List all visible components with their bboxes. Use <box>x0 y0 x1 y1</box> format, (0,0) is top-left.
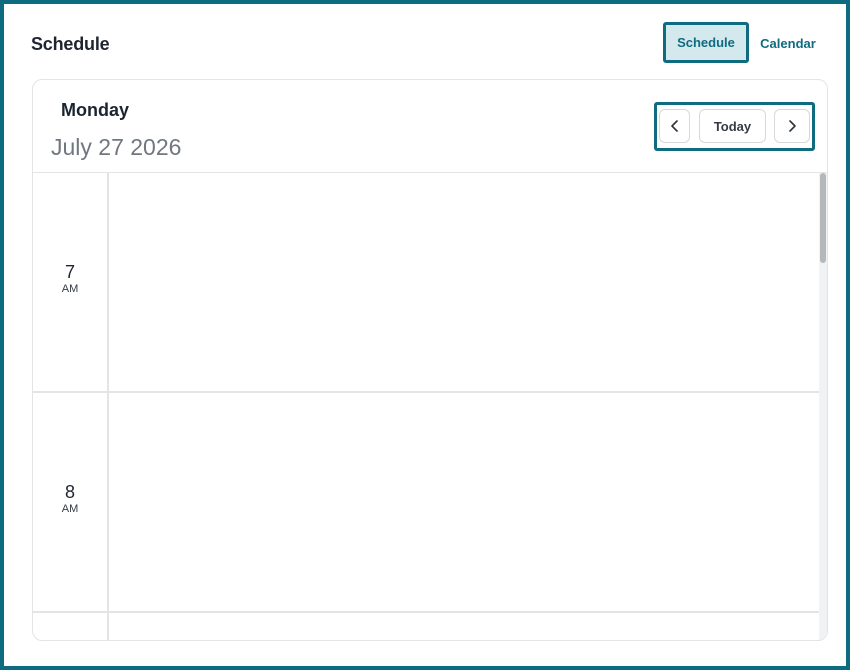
next-day-button[interactable] <box>774 109 810 143</box>
hour-label-8am: 8 AM <box>33 482 107 516</box>
schedule-view-button[interactable]: Schedule <box>663 22 749 63</box>
day-timeline[interactable]: 7 AM 8 AM <box>33 172 827 640</box>
chevron-right-icon <box>787 119 797 133</box>
hour-number: 7 <box>64 262 75 282</box>
hour-period: AM <box>61 283 79 295</box>
schedule-panel: Schedule Schedule Calendar Monday July 2… <box>0 0 850 670</box>
hour-label-7am: 7 AM <box>33 262 107 296</box>
hour-divider <box>33 611 819 613</box>
day-name: Monday <box>61 100 130 120</box>
time-gutter: 7 AM 8 AM <box>33 173 109 640</box>
day-view-card: Monday July 27 2026 Today 7 AM 8 AM <box>32 79 828 641</box>
hour-number: 8 <box>64 482 75 502</box>
chevron-left-icon <box>670 119 680 133</box>
hour-period: AM <box>61 503 79 515</box>
page-title: Schedule <box>31 34 110 54</box>
scrollbar-thumb[interactable] <box>820 173 826 263</box>
hour-divider <box>33 391 819 393</box>
calendar-view-button[interactable]: Calendar <box>754 26 822 60</box>
vertical-scrollbar[interactable] <box>819 173 827 640</box>
previous-day-button[interactable] <box>659 109 690 143</box>
day-date: July 27 2026 <box>51 134 182 160</box>
today-button[interactable]: Today <box>699 109 766 143</box>
date-navigation: Today <box>654 102 815 151</box>
